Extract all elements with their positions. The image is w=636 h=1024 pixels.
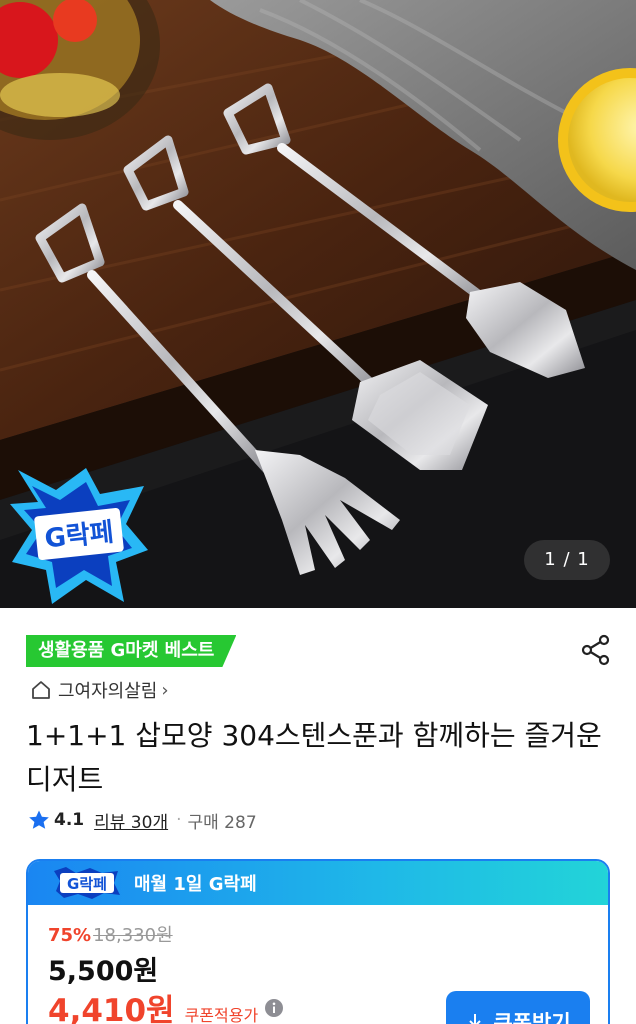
- coupon-price-row: 4,410원 쿠폰적용가: [48, 985, 284, 1024]
- sale-price: 5,500원: [48, 956, 159, 987]
- get-coupon-label: 쿠폰받기: [493, 1011, 571, 1024]
- event-label: 매월 1일 G락페: [134, 874, 257, 895]
- product-title: 1+1+1 삽모양 304스텐스푼과 함께하는 즐거운 디저트: [26, 719, 602, 796]
- product-image-gallery[interactable]: G락페 1 / 1: [0, 0, 636, 608]
- glakpe-logo-text: G락페: [67, 875, 107, 893]
- share-button[interactable]: [578, 632, 614, 668]
- share-icon: [581, 634, 610, 666]
- original-price: 18,330원: [93, 925, 173, 946]
- info-icon[interactable]: [264, 998, 284, 1018]
- best-seller-tag[interactable]: 생활용품 G마켓 베스트: [26, 635, 236, 667]
- rating-row: 4.1 리뷰 30개 · 구매 287: [28, 807, 257, 833]
- coupon-price-note: 쿠폰적용가: [184, 1006, 259, 1024]
- glakpe-badge: G락페: [10, 468, 148, 604]
- shop-link[interactable]: 그여자의살림 ›: [30, 677, 169, 703]
- coupon-header: G락페 매월 1일 G락페: [28, 861, 608, 905]
- home-icon: [32, 681, 50, 699]
- product-info: 생활용품 G마켓 베스트 그여자의살림 › 1+1+1 삽모양 304스텐스푼과…: [0, 608, 636, 1024]
- sales-count: 구매 287: [187, 812, 257, 833]
- coupon-price: 4,410원: [48, 993, 175, 1024]
- coupon-card: G락페 매월 1일 G락페 75% 18,330원 5,500원 4,410원 쿠…: [26, 859, 610, 1024]
- glakpe-logo: G락페: [54, 867, 120, 899]
- image-page-indicator: 1 / 1: [524, 540, 610, 580]
- star-icon: [29, 810, 49, 829]
- discount-percent: 75%: [48, 925, 92, 946]
- review-link[interactable]: 리뷰 30개: [94, 808, 168, 833]
- discount-row: 75% 18,330원: [48, 921, 173, 947]
- get-coupon-button[interactable]: 쿠폰받기: [446, 991, 590, 1024]
- shop-name: 그여자의살림: [58, 681, 158, 702]
- separator-dot: ·: [176, 810, 182, 830]
- download-icon: [469, 1014, 482, 1024]
- coupon-body: 75% 18,330원 5,500원 4,410원 쿠폰적용가 쿠폰받기: [28, 905, 608, 1024]
- chevron-right-icon: ›: [161, 679, 169, 701]
- rating-score: 4.1: [54, 810, 85, 830]
